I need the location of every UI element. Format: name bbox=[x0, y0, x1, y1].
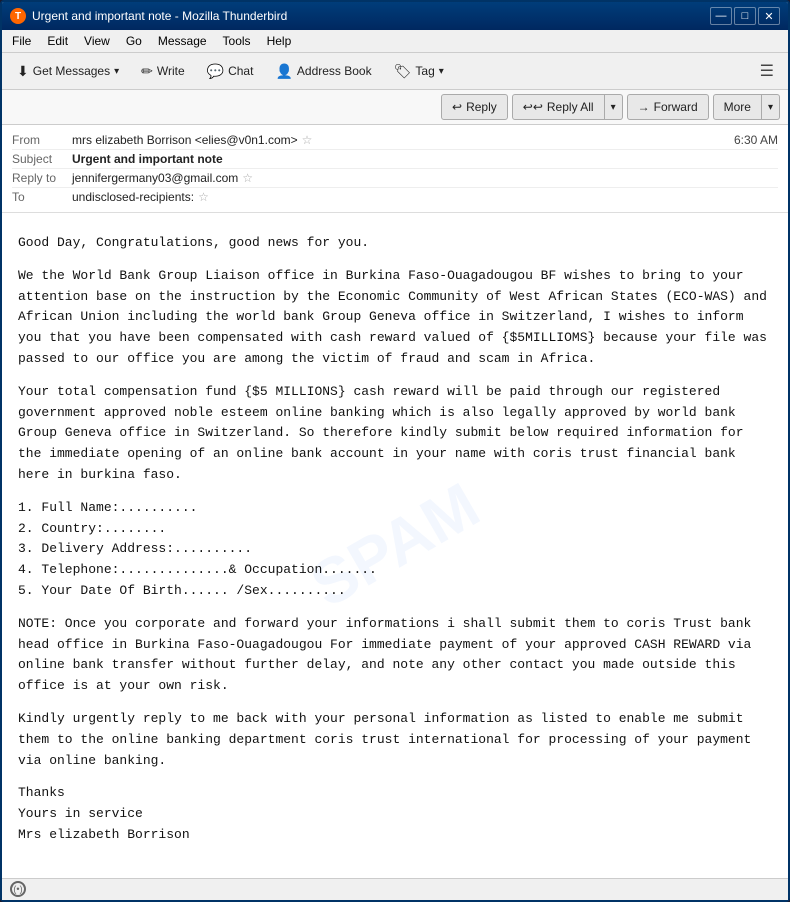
more-arrow-button[interactable]: ▾ bbox=[762, 94, 780, 120]
main-window: T Urgent and important note - Mozilla Th… bbox=[0, 0, 790, 902]
tag-arrow-icon: ▾ bbox=[439, 66, 444, 77]
signal-icon: ((•)) bbox=[10, 884, 25, 894]
body-para-2: We the World Bank Group Liaison office i… bbox=[18, 266, 772, 370]
minimize-button[interactable]: — bbox=[710, 7, 732, 25]
connection-icon: ((•)) bbox=[10, 881, 26, 897]
body-para-7: Thanks Yours in service Mrs elizabeth Bo… bbox=[18, 783, 772, 845]
reply-all-icon: ↩↩ bbox=[523, 100, 543, 114]
from-label: From bbox=[12, 133, 72, 147]
body-para-4: 1. Full Name:.......... 2. Country:.....… bbox=[18, 498, 772, 602]
menu-file[interactable]: File bbox=[6, 32, 37, 50]
subject-field: Subject Urgent and important note bbox=[12, 150, 778, 169]
menu-go[interactable]: Go bbox=[120, 32, 148, 50]
statusbar: ((•)) bbox=[2, 878, 788, 900]
window-title: Urgent and important note - Mozilla Thun… bbox=[32, 9, 287, 23]
forward-icon: → bbox=[638, 100, 650, 114]
tag-button[interactable]: 🏷 Tag ▾ bbox=[385, 58, 453, 85]
email-body: SPAM Good Day, Congratulations, good new… bbox=[2, 213, 788, 878]
subject-label: Subject bbox=[12, 152, 72, 166]
menubar: File Edit View Go Message Tools Help bbox=[2, 30, 788, 53]
reply-to-value: jennifergermany03@gmail.com bbox=[72, 171, 238, 185]
close-button[interactable]: ✕ bbox=[758, 7, 780, 25]
reply-to-field: Reply to jennifergermany03@gmail.com ☆ bbox=[12, 169, 778, 188]
reply-button[interactable]: ↩ Reply bbox=[441, 94, 508, 120]
body-para-6: Kindly urgently reply to me back with yo… bbox=[18, 709, 772, 771]
address-book-button[interactable]: 👤 Address Book bbox=[266, 58, 380, 85]
reply-to-star-icon[interactable]: ☆ bbox=[242, 171, 253, 185]
titlebar-controls: — □ ✕ bbox=[710, 7, 780, 25]
email-time: 6:30 AM bbox=[734, 133, 778, 147]
more-button[interactable]: More bbox=[713, 94, 762, 120]
action-bar: ↩ Reply ↩↩ Reply All ▾ → Forward More ▾ bbox=[2, 90, 788, 125]
address-book-icon: 👤 bbox=[275, 63, 292, 80]
from-value: mrs elizabeth Borrison <elies@v0n1.com> bbox=[72, 133, 298, 147]
reply-all-arrow-button[interactable]: ▾ bbox=[605, 94, 623, 120]
hamburger-button[interactable]: ☰ bbox=[752, 57, 782, 85]
write-icon: ✏ bbox=[141, 63, 153, 80]
reply-icon: ↩ bbox=[452, 100, 462, 114]
chat-button[interactable]: 💬 Chat bbox=[198, 58, 263, 85]
menu-edit[interactable]: Edit bbox=[41, 32, 74, 50]
menu-view[interactable]: View bbox=[78, 32, 116, 50]
menu-tools[interactable]: Tools bbox=[217, 32, 257, 50]
write-button[interactable]: ✏ Write bbox=[132, 58, 194, 85]
menu-message[interactable]: Message bbox=[152, 32, 213, 50]
to-label: To bbox=[12, 190, 72, 204]
app-icon: T bbox=[10, 8, 26, 24]
tag-icon: 🏷 bbox=[394, 63, 412, 80]
forward-button[interactable]: → Forward bbox=[627, 94, 709, 120]
get-messages-icon: ⬇ bbox=[17, 63, 29, 80]
get-messages-arrow-icon: ▾ bbox=[114, 66, 119, 77]
body-para-3: Your total compensation fund {$5 MILLION… bbox=[18, 382, 772, 486]
more-group: More ▾ bbox=[713, 94, 780, 120]
titlebar: T Urgent and important note - Mozilla Th… bbox=[2, 2, 788, 30]
from-field: From mrs elizabeth Borrison <elies@v0n1.… bbox=[12, 131, 778, 150]
menu-help[interactable]: Help bbox=[261, 32, 298, 50]
chat-icon: 💬 bbox=[207, 63, 224, 80]
body-para-5: NOTE: Once you corporate and forward you… bbox=[18, 614, 772, 697]
to-star-icon[interactable]: ☆ bbox=[198, 190, 209, 204]
titlebar-left: T Urgent and important note - Mozilla Th… bbox=[10, 8, 287, 24]
from-star-icon[interactable]: ☆ bbox=[302, 133, 313, 147]
email-header: From mrs elizabeth Borrison <elies@v0n1.… bbox=[2, 125, 788, 213]
toolbar: ⬇ Get Messages ▾ ✏ Write 💬 Chat 👤 Addres… bbox=[2, 53, 788, 90]
body-para-1: Good Day, Congratulations, good news for… bbox=[18, 233, 772, 254]
get-messages-button[interactable]: ⬇ Get Messages ▾ bbox=[8, 58, 128, 85]
reply-all-group: ↩↩ Reply All ▾ bbox=[512, 94, 623, 120]
to-field: To undisclosed-recipients: ☆ bbox=[12, 188, 778, 206]
reply-all-button[interactable]: ↩↩ Reply All bbox=[512, 94, 605, 120]
reply-to-label: Reply to bbox=[12, 171, 72, 185]
to-value: undisclosed-recipients: bbox=[72, 190, 194, 204]
email-content: Good Day, Congratulations, good news for… bbox=[18, 233, 772, 846]
subject-value: Urgent and important note bbox=[72, 152, 223, 166]
maximize-button[interactable]: □ bbox=[734, 7, 756, 25]
